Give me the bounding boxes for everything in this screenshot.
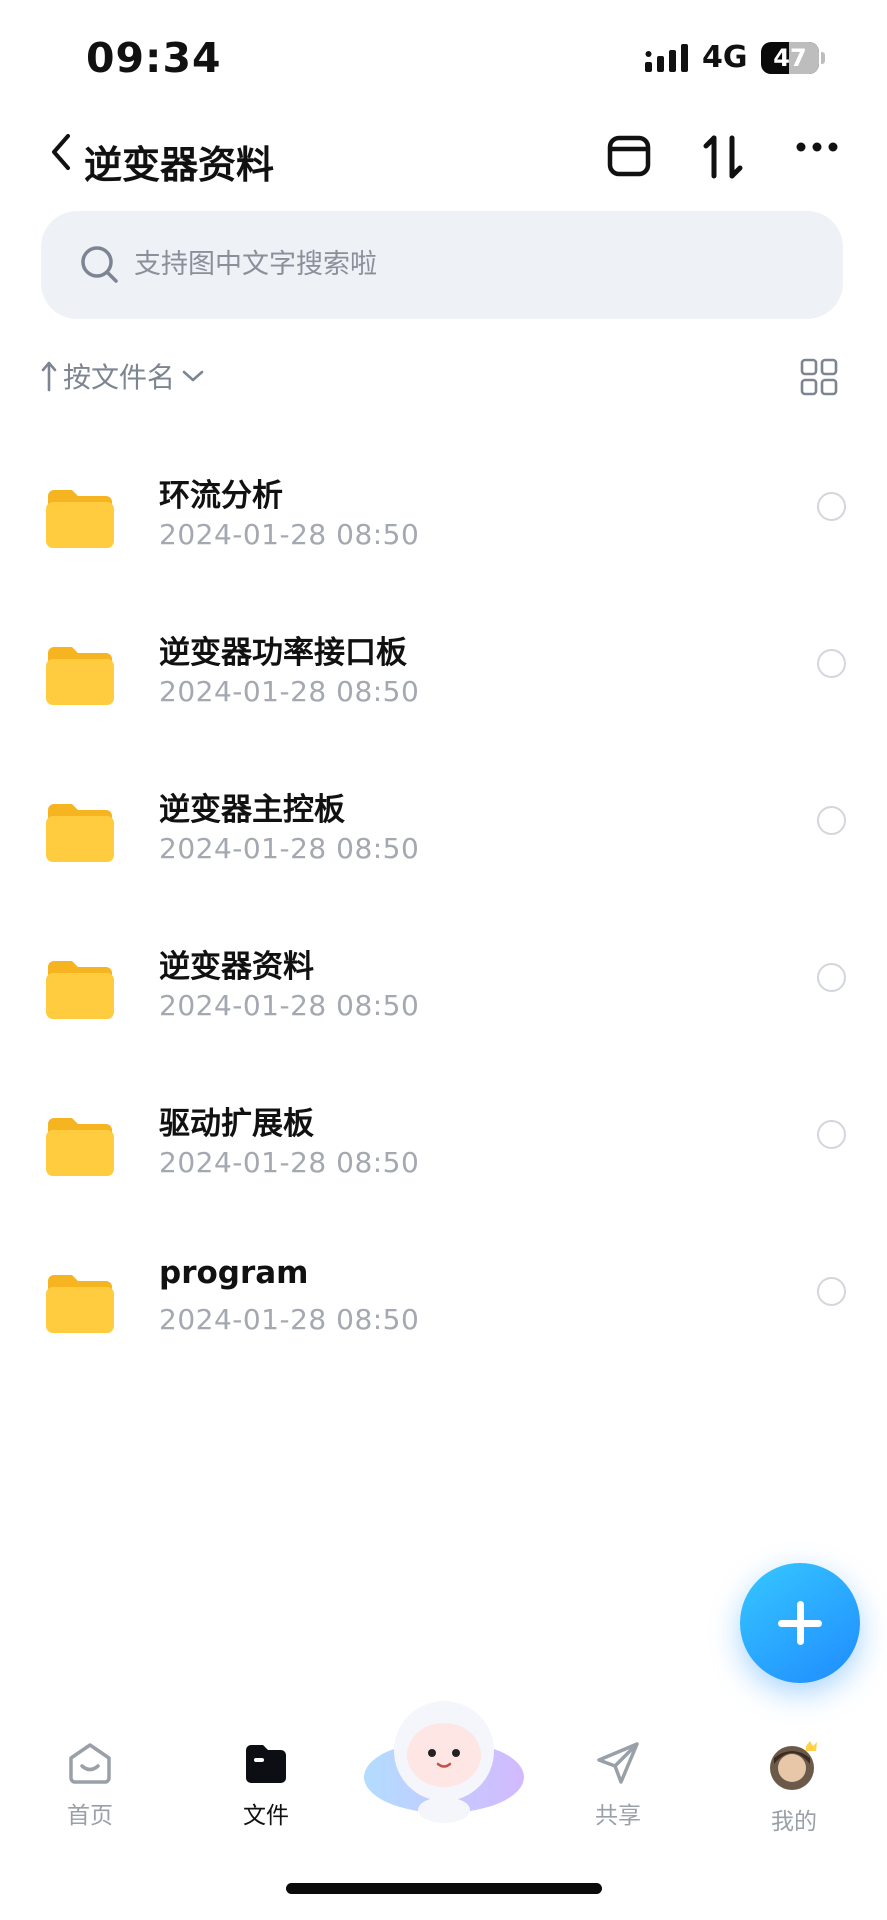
folder-name: 逆变器功率接口板 (159, 635, 407, 671)
grid-view-icon[interactable] (800, 358, 838, 396)
home-indicator (286, 1883, 602, 1894)
home-icon (69, 1743, 111, 1784)
tab-share-label: 共享 (595, 1803, 641, 1829)
select-radio[interactable] (817, 1120, 846, 1149)
sort-label: 按文件名 (63, 361, 176, 394)
folder-name: 逆变器资料 (159, 949, 314, 985)
folder-icon (46, 961, 114, 1019)
select-radio[interactable] (817, 806, 846, 835)
select-radio[interactable] (817, 649, 846, 678)
paper-plane-icon (597, 1742, 639, 1784)
folder-icon (46, 804, 114, 862)
folder-date: 2024-01-28 08:50 (159, 675, 420, 708)
back-chevron-icon[interactable] (48, 132, 74, 172)
select-radio[interactable] (817, 492, 846, 521)
tab-home-label: 首页 (67, 1803, 113, 1829)
file-row[interactable]: 逆变器功率接口板 2024-01-28 08:50 (0, 609, 887, 765)
sort-by-name-dropdown[interactable]: 按文件名 (41, 356, 205, 396)
battery-tip (821, 52, 825, 64)
tab-files-label: 文件 (243, 1803, 289, 1829)
folder-name: 环流分析 (159, 478, 283, 514)
folder-name: 逆变器主控板 (159, 792, 345, 828)
sort-arrows-icon[interactable] (702, 134, 746, 180)
folder-icon (46, 490, 114, 548)
signal-icon (645, 44, 688, 72)
folder-name: 驱动扩展板 (159, 1106, 314, 1142)
network-label: 4G (702, 40, 748, 75)
tab-mine-label: 我的 (771, 1809, 817, 1835)
add-button[interactable] (740, 1563, 860, 1683)
file-row[interactable]: 驱动扩展板 2024-01-28 08:50 (0, 1080, 887, 1236)
file-row[interactable]: 逆变器资料 2024-01-28 08:50 (0, 923, 887, 1079)
file-row[interactable]: 环流分析 2024-01-28 08:50 (0, 452, 887, 608)
tab-share[interactable]: 共享 (563, 1740, 673, 1830)
ai-assistant-mascot-icon[interactable] (362, 1693, 526, 1823)
folder-date: 2024-01-28 08:50 (159, 832, 420, 865)
archive-icon[interactable] (606, 134, 652, 178)
folder-icon (46, 1275, 114, 1333)
tab-home[interactable]: 首页 (35, 1740, 145, 1830)
status-time: 09:34 (86, 34, 222, 82)
page-title: 逆变器资料 (84, 143, 275, 187)
folder-filled-icon (246, 1745, 286, 1783)
folder-date: 2024-01-28 08:50 (159, 1303, 420, 1336)
tab-files[interactable]: 文件 (211, 1740, 321, 1830)
folder-date: 2024-01-28 08:50 (159, 1146, 420, 1179)
battery-level: 47 (773, 44, 807, 72)
select-radio[interactable] (817, 963, 846, 992)
select-radio[interactable] (817, 1277, 846, 1306)
folder-icon (46, 647, 114, 705)
file-row[interactable]: program 2024-01-28 08:50 (0, 1237, 887, 1393)
folder-date: 2024-01-28 08:50 (159, 989, 420, 1022)
avatar (770, 1741, 817, 1790)
search-icon (81, 246, 118, 283)
tab-mine[interactable]: 我的 (739, 1740, 849, 1836)
file-row[interactable]: 逆变器主控板 2024-01-28 08:50 (0, 766, 887, 922)
folder-name: program (159, 1255, 309, 1291)
sort-up-arrow-icon (41, 361, 57, 392)
folder-date: 2024-01-28 08:50 (159, 518, 420, 551)
folder-icon (46, 1118, 114, 1176)
battery-icon: 47 (761, 42, 819, 74)
chevron-down-icon (182, 370, 204, 382)
search-input[interactable] (134, 236, 734, 292)
more-icon[interactable] (795, 140, 839, 154)
